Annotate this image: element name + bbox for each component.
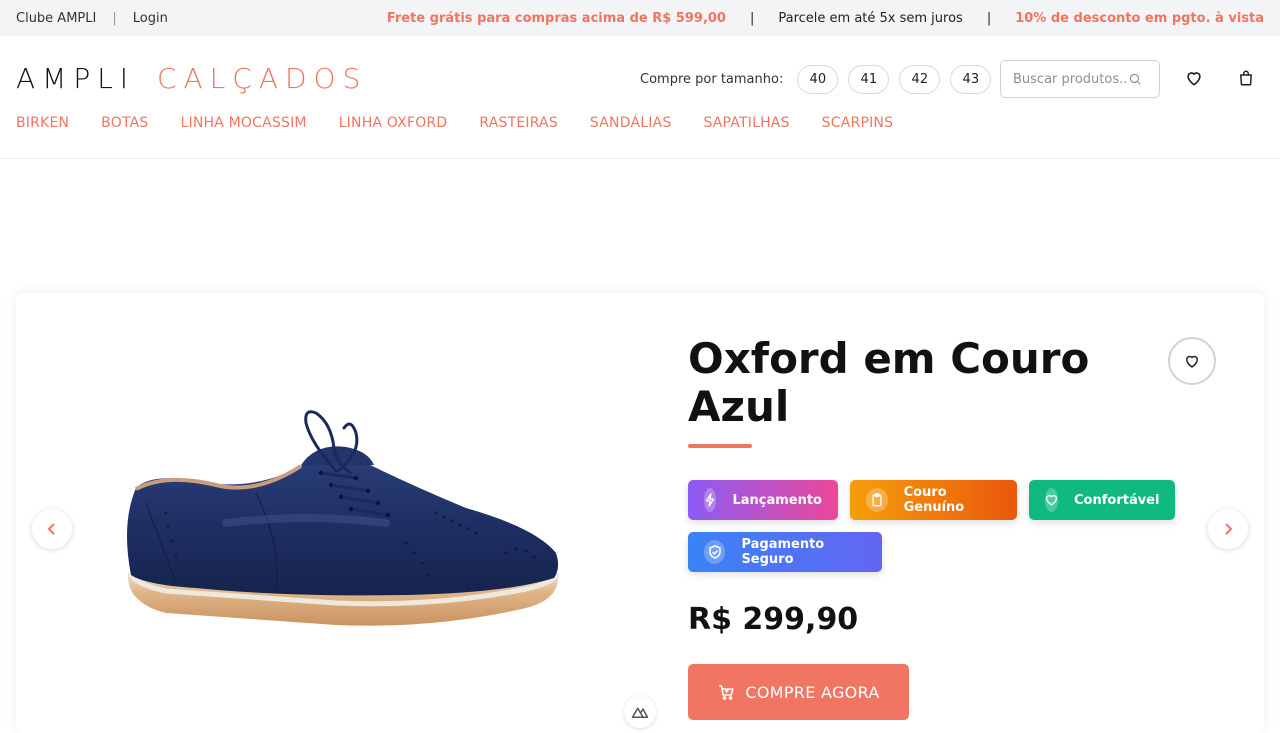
login-link[interactable]: Login [133, 11, 168, 26]
nav-item-sapatilhas[interactable]: SAPATILHAS [703, 115, 789, 131]
product-image [106, 403, 566, 653]
promo-discount: 10% de desconto em pgto. à vista [1015, 10, 1264, 26]
top-bar-left: Clube AMPLI | Login [16, 11, 168, 26]
nav-item-sandalias[interactable]: SANDÁLIAS [590, 115, 672, 131]
size-filter: Compre por tamanho: 40 41 42 43 [640, 65, 992, 94]
badge-comfortable-label: Confortável [1074, 492, 1160, 508]
top-bar: Clube AMPLI | Login Frete grátis para co… [0, 0, 1280, 36]
size-43-button[interactable]: 43 [950, 65, 992, 94]
heart-icon [1183, 352, 1201, 370]
badge-launch: Lançamento [688, 480, 838, 520]
search-box [1000, 60, 1160, 98]
promo-installments: Parcele em até 5x sem juros [778, 10, 963, 26]
nav-item-scarpins[interactable]: SCARPINS [822, 115, 894, 131]
search-input[interactable] [1013, 71, 1128, 87]
promo-separator: | [986, 10, 992, 26]
badge-genuine-leather-label: Couro Genuíno [903, 485, 965, 515]
nav-item-rasteiras[interactable]: RASTEIRAS [479, 115, 558, 131]
size-filter-label: Compre por tamanho: [640, 72, 784, 87]
promo-free-shipping: Frete grátis para compras acima de R$ 59… [386, 10, 726, 26]
title-underline [688, 444, 752, 448]
logo-part-calcados: CALÇADOS [156, 62, 368, 95]
club-link[interactable]: Clube AMPLI [16, 11, 96, 26]
carousel-next-button[interactable] [1208, 509, 1248, 549]
logo-part-ampli: AMPLI [16, 62, 136, 95]
product-price: R$ 299,90 [688, 602, 859, 637]
promo-separator: | [749, 10, 755, 26]
badge-launch-label: Lançamento [732, 492, 822, 508]
badge-secure-payment: Pagamento Seguro [688, 532, 882, 572]
search-icon[interactable] [1128, 72, 1142, 86]
bolt-icon [704, 488, 717, 512]
shopping-bag-icon[interactable] [1234, 66, 1258, 90]
nuxt-logo-icon [624, 696, 656, 728]
product-title: Oxford em Couro Azul [688, 334, 1090, 431]
buy-now-button[interactable]: COMPRE AGORA [688, 664, 909, 720]
separator: | [112, 10, 117, 26]
size-40-button[interactable]: 40 [797, 65, 839, 94]
nav-item-linha-mocassim[interactable]: LINHA MOCASSIM [180, 115, 306, 131]
wishlist-icon[interactable] [1182, 66, 1206, 90]
shield-icon [704, 540, 726, 564]
top-bar-promos: Frete grátis para compras acima de R$ 59… [387, 11, 1264, 26]
badge-comfortable: Confortável [1029, 480, 1175, 520]
heart-icon [1045, 488, 1058, 512]
nav-item-birken[interactable]: BIRKEN [16, 115, 69, 131]
buy-now-label: COMPRE AGORA [745, 682, 880, 702]
size-41-button[interactable]: 41 [848, 65, 890, 94]
nav-item-botas[interactable]: BOTAS [101, 115, 148, 131]
site-header: AMPLI CALÇADOS Compre por tamanho: 40 41… [0, 36, 1280, 159]
add-to-favorites-button[interactable] [1168, 337, 1216, 385]
nav-item-linha-oxford[interactable]: LINHA OXFORD [339, 115, 448, 131]
badge-secure-payment-label: Pagamento Seguro [741, 537, 825, 567]
site-logo[interactable]: AMPLI CALÇADOS [16, 62, 367, 95]
carousel-prev-button[interactable] [32, 509, 72, 549]
size-42-button[interactable]: 42 [899, 65, 941, 94]
cart-icon [717, 683, 745, 701]
clipboard-icon [866, 488, 888, 512]
badge-genuine-leather: Couro Genuíno [850, 480, 1017, 520]
category-nav: BIRKEN BOTAS LINHA MOCASSIM LINHA OXFORD… [16, 115, 893, 131]
